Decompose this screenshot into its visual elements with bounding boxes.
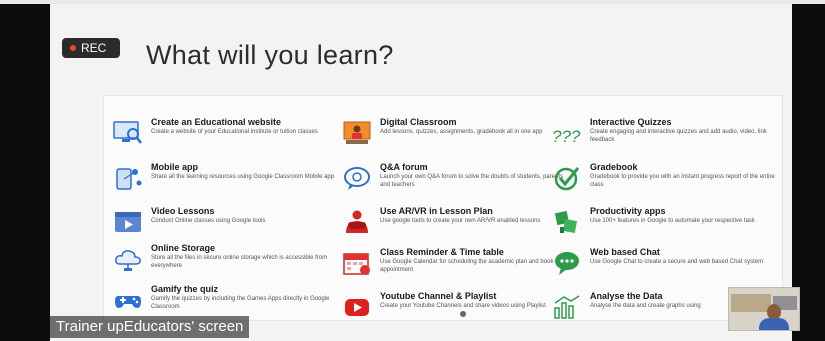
calendar-icon: [343, 253, 370, 275]
feature-title: Web based Chat: [590, 247, 660, 257]
feature-item: Video Lessons Conduct Online classes usi…: [113, 206, 341, 235]
feature-item: Digital Classroom Add lessons, quizzes, …: [342, 117, 570, 146]
feature-desc: Use google tools to create your own AR/V…: [380, 218, 541, 224]
feature-title: Mobile app: [151, 162, 198, 172]
feature-desc: Create your Youtube Channels and share v…: [380, 303, 546, 309]
letterbox-left: [0, 4, 50, 341]
video-lesson-icon: [115, 212, 141, 232]
vr-headset-icon: [346, 210, 368, 233]
bar-chart-icon: [554, 295, 580, 319]
question-marks-icon: ???: [552, 127, 581, 146]
feature-title: Productivity apps: [590, 206, 666, 216]
feature-item: Online Storage Store all the files in se…: [113, 243, 341, 272]
digital-classroom-icon: [343, 121, 371, 144]
feature-title: Online Storage: [151, 243, 216, 253]
feature-item: Productivity apps Use 100+ features in G…: [552, 206, 780, 235]
recording-badge: REC: [62, 38, 120, 58]
feature-title: Q&A forum: [380, 162, 428, 172]
feature-desc: Gamify the quizzes by including the Game…: [151, 296, 330, 310]
feature-title: Create an Educational website: [151, 117, 282, 127]
feature-item: Gradebook Gradebook to provide you with …: [552, 162, 780, 191]
recording-dot-icon: [70, 45, 76, 51]
feature-desc: Store all the files in secure online sto…: [151, 255, 328, 269]
feature-item: Q&A forum Launch your own Q&A forum to s…: [342, 162, 570, 191]
feature-title: Gradebook: [590, 162, 638, 172]
feature-desc: Share all the learning resources using G…: [151, 174, 335, 180]
feature-title: Interactive Quizzes: [590, 117, 672, 127]
feature-title: Class Reminder & Time table: [380, 247, 504, 257]
feature-item: Class Reminder & Time table Use Google C…: [342, 247, 570, 276]
productivity-apps-icon: [554, 210, 577, 233]
feature-desc: Use 100+ features in Google to automate …: [590, 218, 755, 224]
recording-label: REC: [81, 41, 107, 55]
feature-item: Web based Chat Use Google Chat to create…: [552, 247, 780, 276]
mobile-app-icon: [116, 168, 142, 190]
feature-desc: Use Google Chat to create a secure and w…: [590, 259, 764, 265]
feature-item: Youtube Channel & Playlist Create your Y…: [342, 291, 570, 320]
slide-title: What will you learn?: [146, 40, 394, 70]
checkmark-circle-icon: [554, 167, 580, 191]
feature-desc: Launch your own Q&A forum to solve the d…: [380, 174, 564, 188]
youtube-icon: [345, 299, 369, 316]
feature-desc: Conduct Online classes using Google tool…: [151, 218, 266, 224]
feature-desc: Create engaging and interactive quizzes …: [590, 129, 767, 143]
feature-item: Use AR/VR in Lesson Plan Use google tool…: [342, 206, 570, 235]
feature-title: Use AR/VR in Lesson Plan: [380, 206, 493, 216]
chat-icon: [555, 252, 579, 275]
feature-title: Youtube Channel & Playlist: [380, 291, 497, 301]
feature-item: ??? Interactive Quizzes Create engaging …: [552, 117, 780, 146]
feature-desc: Create a website of your Educational ins…: [151, 129, 318, 135]
presenter-webcam-thumbnail: [728, 287, 800, 331]
chat-bubble-icon: [344, 167, 370, 190]
website-monitor-icon: [113, 121, 142, 144]
feature-title: Video Lessons: [151, 206, 215, 216]
mouse-pointer: [460, 311, 466, 317]
svg-text:???: ???: [552, 127, 581, 146]
feature-title: Digital Classroom: [380, 117, 457, 127]
feature-item: Create an Educational website Create a w…: [113, 117, 341, 146]
feature-desc: Use Google Calendar for scheduling the a…: [380, 259, 564, 273]
feature-item: Mobile app Share all the learning resour…: [113, 162, 341, 191]
screen-share-caption: Trainer upEducators' screen: [50, 316, 250, 338]
cloud-storage-icon: [115, 250, 141, 271]
gamepad-icon: [115, 296, 141, 308]
feature-item: Gamify the quiz Gamify the quizzes by in…: [113, 284, 341, 313]
feature-desc: Add lessons, quizzes, assignments, grade…: [380, 129, 543, 135]
feature-desc: Gradebook to provide you with an instant…: [590, 174, 775, 188]
feature-title: Gamify the quiz: [151, 284, 219, 294]
